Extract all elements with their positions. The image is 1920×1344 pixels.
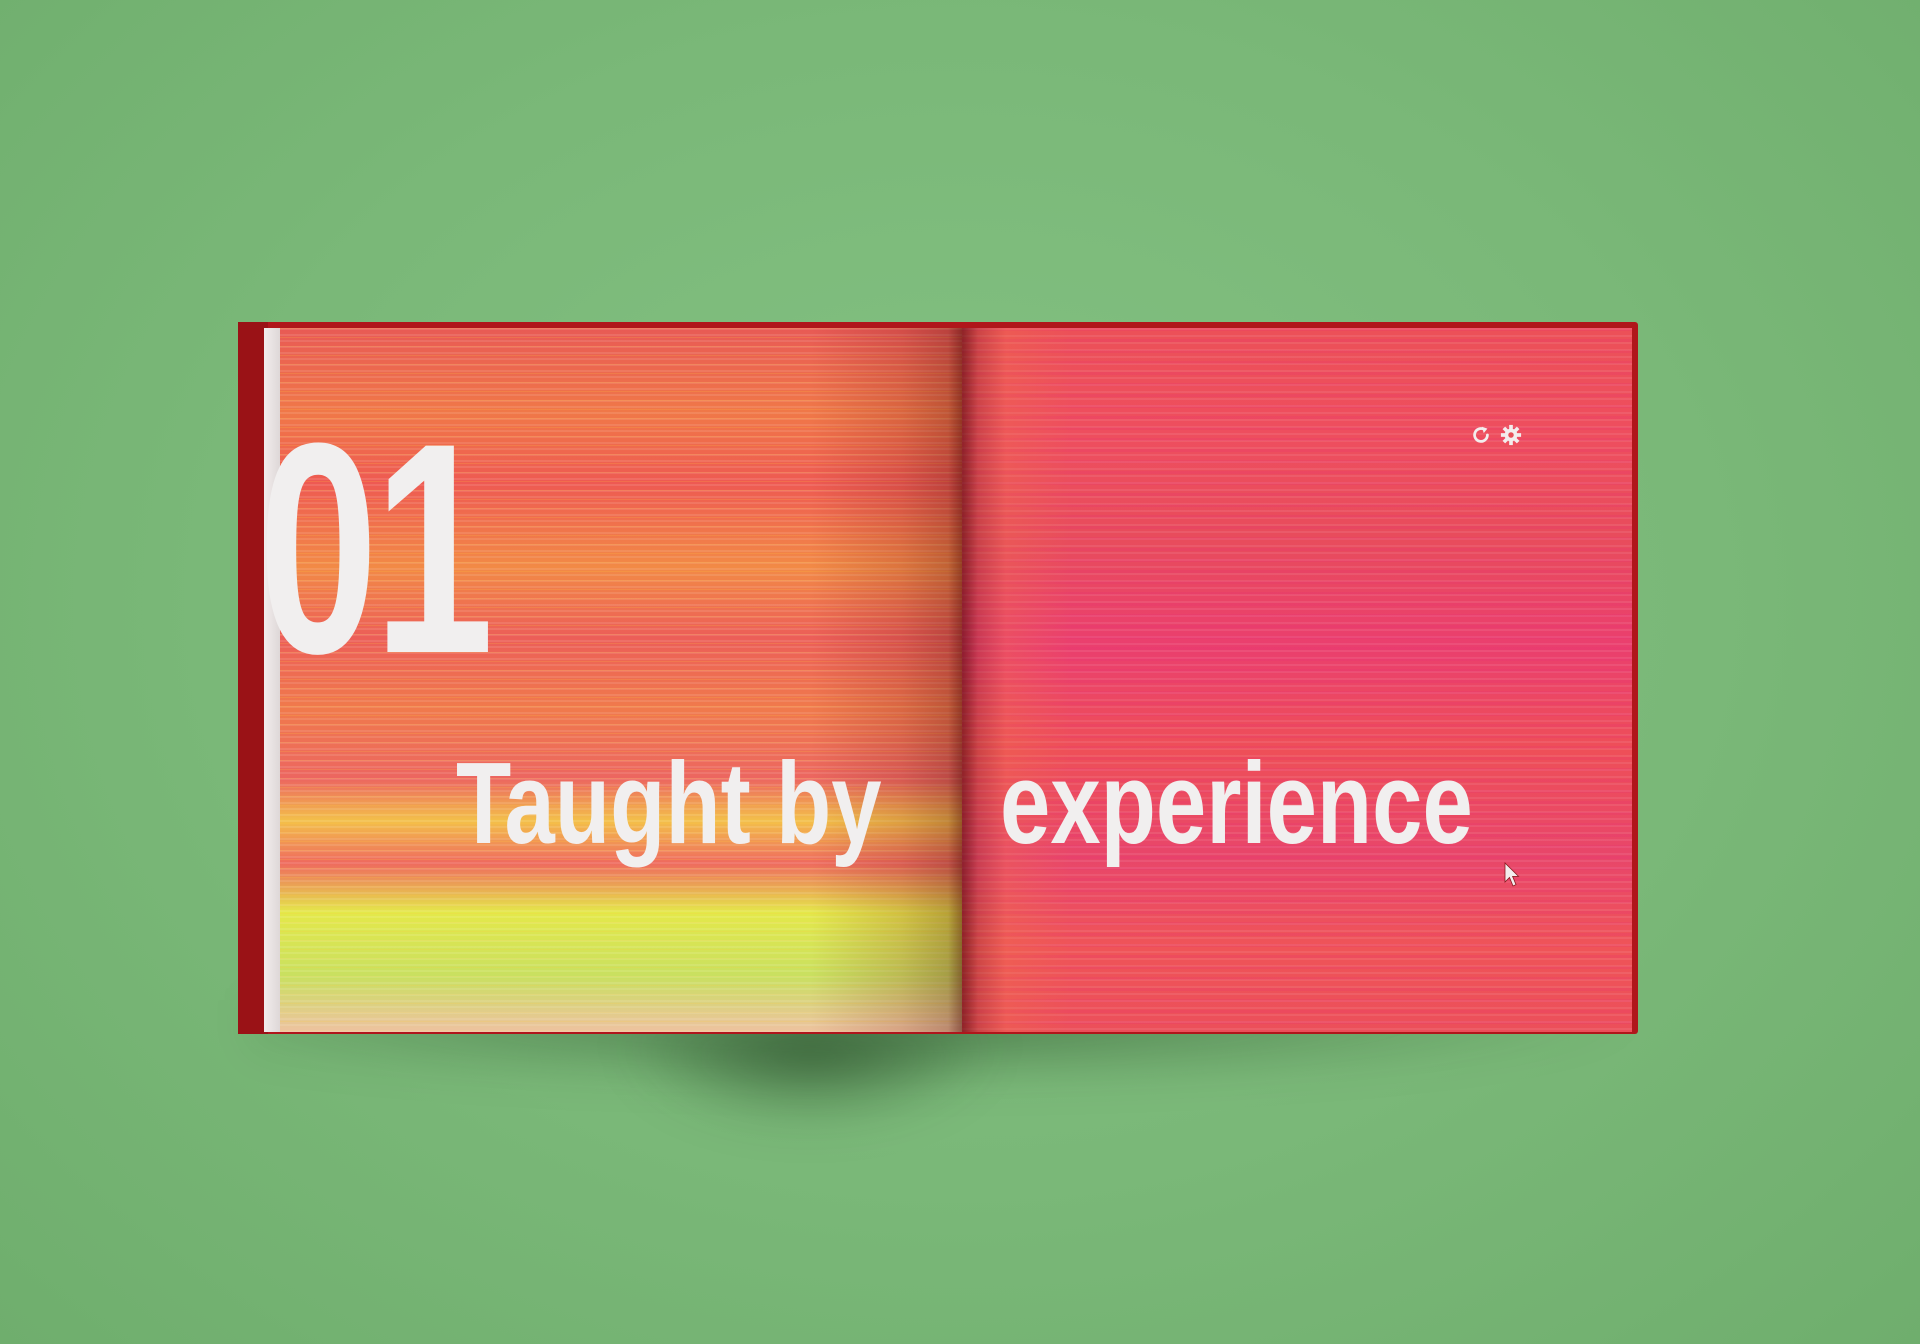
- refresh-icon[interactable]: [1470, 424, 1492, 446]
- title-right: experience: [1000, 738, 1473, 868]
- title-left: Taught by: [456, 738, 882, 868]
- right-page: [962, 328, 1632, 1032]
- gear-icon[interactable]: [1500, 424, 1522, 446]
- page-controls: [1470, 424, 1522, 446]
- book-gutter: [948, 328, 978, 1032]
- cursor-arrow-icon: [1504, 862, 1520, 887]
- chapter-number: 01: [258, 380, 490, 716]
- book-fold-shadow: [620, 1030, 1000, 1130]
